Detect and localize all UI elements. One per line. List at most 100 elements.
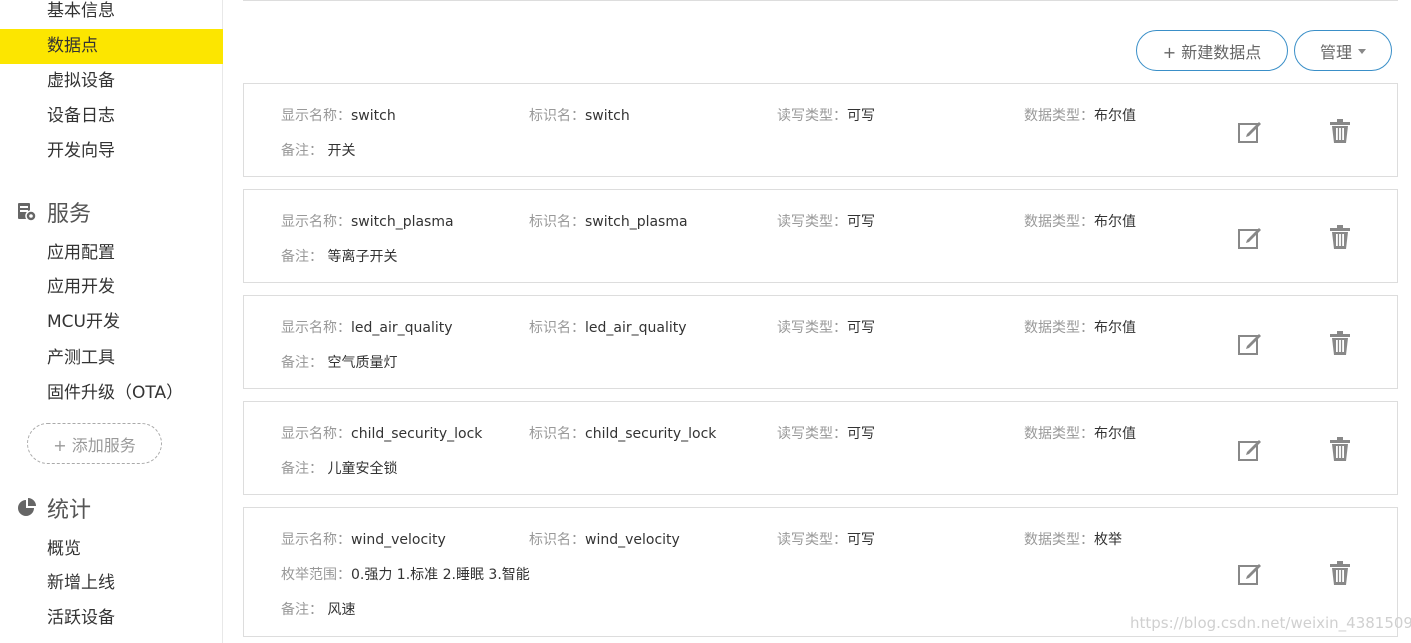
identifier-value: switch_plasma [585,214,688,230]
data-type-field: 数据类型：布尔值 [1024,105,1136,125]
display-name-value: child_security_lock [351,426,483,442]
trash-icon[interactable] [1327,224,1353,250]
main-content: + 新建数据点 管理 显示名称：switch 标识名：switch 读写类型：可… [243,0,1398,643]
rw-type-label: 读写类型： [777,532,847,548]
trash-icon[interactable] [1327,560,1353,586]
trash-icon[interactable] [1327,330,1353,356]
note-field: 备注： 等离子开关 [281,246,397,266]
display-name-value: switch_plasma [351,214,454,230]
sidebar-item-new-online[interactable]: 新增上线 [0,566,223,601]
data-type-value: 布尔值 [1094,108,1136,124]
sidebar-item-basic-info[interactable]: 基本信息 [0,0,223,29]
data-type-value: 布尔值 [1094,426,1136,442]
edit-icon[interactable] [1237,560,1263,586]
identifier-value: child_security_lock [585,426,717,442]
rw-type-field: 读写类型：可写 [777,211,875,231]
identifier-label: 标识名： [529,108,585,124]
note-label: 备注： [281,143,323,159]
datapoint-card: 显示名称：switch_plasma 标识名：switch_plasma 读写类… [243,189,1398,283]
data-type-field: 数据类型：布尔值 [1024,211,1136,231]
sidebar-item-dev-guide[interactable]: 开发向导 [0,134,223,169]
display-name-field: 显示名称：wind_velocity [281,529,446,549]
sidebar-item-app-dev[interactable]: 应用开发 [0,270,223,305]
display-name-field: 显示名称：child_security_lock [281,423,482,443]
rw-type-value: 可写 [847,532,875,548]
data-type-label: 数据类型： [1024,320,1094,336]
data-type-label: 数据类型： [1024,532,1094,548]
watermark: https://blog.csdn.net/weixin_43815099 [1130,614,1411,632]
sidebar-item-ota[interactable]: 固件升级（OTA） [0,376,223,411]
rw-type-field: 读写类型：可写 [777,105,875,125]
service-section-header: 服务 [16,196,91,228]
identifier-label: 标识名： [529,532,585,548]
display-name-field: 显示名称：switch [281,105,396,125]
identifier-field: 标识名：switch_plasma [529,211,688,231]
identifier-field: 标识名：switch [529,105,630,125]
service-section-title: 服务 [47,202,92,227]
data-type-label: 数据类型： [1024,108,1094,124]
datapoint-card: 显示名称：child_security_lock 标识名：child_secur… [243,401,1398,495]
display-name-label: 显示名称： [281,320,351,336]
identifier-field: 标识名：led_air_quality [529,317,687,337]
caret-down-icon [1358,49,1366,54]
display-name-value: led_air_quality [351,320,453,336]
sidebar-item-virtual-device[interactable]: 虚拟设备 [0,64,223,99]
manage-dropdown-button[interactable]: 管理 [1294,30,1392,71]
rw-type-field: 读写类型：可写 [777,529,875,549]
note-value: 空气质量灯 [327,355,398,371]
note-label: 备注： [281,602,323,618]
add-service-button[interactable]: + 添加服务 [27,423,162,464]
sidebar-item-active-devices[interactable]: 活跃设备 [0,601,223,636]
trash-icon[interactable] [1327,118,1353,144]
sidebar-item-mcu-dev[interactable]: MCU开发 [0,305,223,340]
edit-icon[interactable] [1237,224,1263,250]
service-gear-icon [16,201,38,223]
rw-type-label: 读写类型： [777,108,847,124]
note-field: 备注： 风速 [281,599,355,619]
note-value: 等离子开关 [327,249,398,265]
enum-range-label: 枚举范围： [281,567,351,583]
sidebar-item-device-log[interactable]: 设备日志 [0,99,223,134]
display-name-field: 显示名称：switch_plasma [281,211,454,231]
display-name-value: wind_velocity [351,532,446,548]
datapoint-card: 显示名称：led_air_quality 标识名：led_air_quality… [243,295,1398,389]
data-type-value: 布尔值 [1094,320,1136,336]
rw-type-label: 读写类型： [777,426,847,442]
data-type-value: 枚举 [1094,532,1122,548]
rw-type-label: 读写类型： [777,320,847,336]
rw-type-field: 读写类型：可写 [777,423,875,443]
identifier-label: 标识名： [529,214,585,230]
edit-icon[interactable] [1237,118,1263,144]
note-value: 开关 [327,143,356,159]
sidebar-item-app-config[interactable]: 应用配置 [0,236,223,271]
manage-label: 管理 [1319,42,1352,62]
identifier-field: 标识名：child_security_lock [529,423,716,443]
sidebar-item-datapoints[interactable]: 数据点 [0,29,223,64]
sidebar-item-overview[interactable]: 概览 [0,532,223,567]
display-name-label: 显示名称： [281,214,351,230]
enum-range-field: 枚举范围：0.强力 1.标准 2.睡眠 3.智能 [281,564,530,584]
trash-icon[interactable] [1327,436,1353,462]
data-type-value: 布尔值 [1094,214,1136,230]
top-divider [243,0,1398,1]
data-type-field: 数据类型：布尔值 [1024,317,1136,337]
note-label: 备注： [281,249,323,265]
rw-type-value: 可写 [847,426,875,442]
sidebar-item-production-test[interactable]: 产测工具 [0,341,223,376]
note-field: 备注： 儿童安全锁 [281,458,397,478]
display-name-label: 显示名称： [281,108,351,124]
note-value: 儿童安全锁 [327,461,398,477]
rw-type-field: 读写类型：可写 [777,317,875,337]
new-datapoint-button[interactable]: + 新建数据点 [1136,30,1288,71]
enum-range-value: 0.强力 1.标准 2.睡眠 3.智能 [351,567,530,583]
display-name-field: 显示名称：led_air_quality [281,317,453,337]
stats-section-title: 统计 [47,498,92,523]
edit-icon[interactable] [1237,330,1263,356]
display-name-label: 显示名称： [281,426,351,442]
datapoint-card: 显示名称：switch 标识名：switch 读写类型：可写 数据类型：布尔值 … [243,83,1398,177]
data-type-field: 数据类型：布尔值 [1024,423,1136,443]
note-field: 备注： 开关 [281,140,355,160]
edit-icon[interactable] [1237,436,1263,462]
rw-type-label: 读写类型： [777,214,847,230]
pie-chart-icon [16,497,38,519]
